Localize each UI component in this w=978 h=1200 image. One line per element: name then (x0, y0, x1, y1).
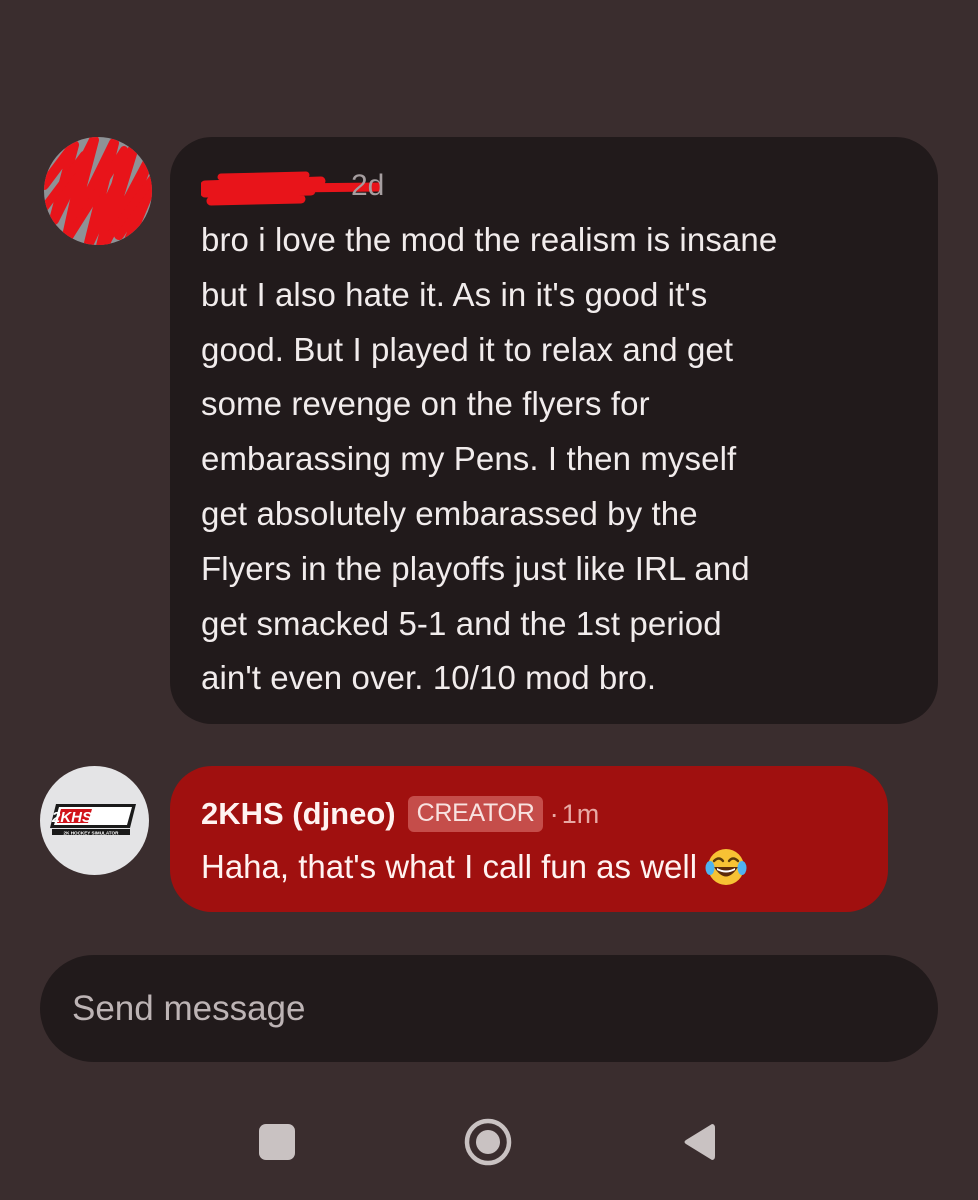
recents-button[interactable] (259, 1124, 295, 1160)
logo-subtext: 2K HOCKEY SIMULATOR (64, 831, 120, 836)
2khs-logo-icon: 2KHS 2K HOCKEY SIMULATOR (50, 804, 136, 836)
comment-text-line: but I also hate it. As in it's good it's (201, 275, 708, 313)
comment-text-line: embarassing my Pens. I then myself (201, 440, 737, 478)
comment-meta: 2d (201, 163, 908, 209)
back-button[interactable] (682, 1121, 716, 1163)
redaction-scribble-icon (44, 137, 152, 245)
comment-text-line: get smacked 5-1 and the 1st period (201, 604, 722, 642)
reply-author-name[interactable]: 2KHS (djneo) (201, 796, 396, 832)
creator-reply-bubble[interactable]: 2KHS (djneo) CREATOR · 1m Haha, that's w… (170, 766, 888, 912)
comment-text-line: bro i love the mod the realism is insane (201, 221, 778, 258)
reply-meta: 2KHS (djneo) CREATOR · 1m (201, 794, 858, 834)
home-button[interactable] (463, 1117, 513, 1167)
comment-text-line: Flyers in the playoffs just like IRL and (201, 549, 750, 587)
send-message-input[interactable] (70, 987, 894, 1030)
back-triangle-icon (684, 1124, 715, 1160)
comment-bubble[interactable]: 2d bro i love the mod the realism is ins… (170, 137, 938, 724)
creator-avatar[interactable]: 2KHS 2K HOCKEY SIMULATOR (40, 766, 149, 875)
comment-text-line: some revenge on the flyers for (201, 385, 650, 423)
logo-text: 2KHS (51, 809, 92, 826)
face-with-tears-of-joy-icon (705, 849, 747, 885)
reply-text-content: Haha, that's what I call fun as well (201, 848, 698, 885)
reply-timestamp: 1m (561, 798, 600, 829)
message-composer[interactable] (40, 955, 938, 1062)
comment-text-line: ain't even over. 10/10 mod bro. (201, 659, 657, 697)
reply-text: Haha, that's what I call fun as well (201, 846, 858, 888)
comment-text: bro i love the mod the realism is insane… (201, 213, 908, 706)
comment-text-line: get absolutely embarassed by the (201, 494, 698, 532)
commenter-avatar[interactable] (44, 137, 152, 245)
comment-text-line: good. But I played it to relax and get (201, 330, 734, 368)
home-dot-icon (476, 1130, 500, 1154)
comment-timestamp: 2d (351, 169, 385, 202)
meta-separator: · (549, 798, 559, 829)
creator-badge: CREATOR (407, 796, 544, 832)
